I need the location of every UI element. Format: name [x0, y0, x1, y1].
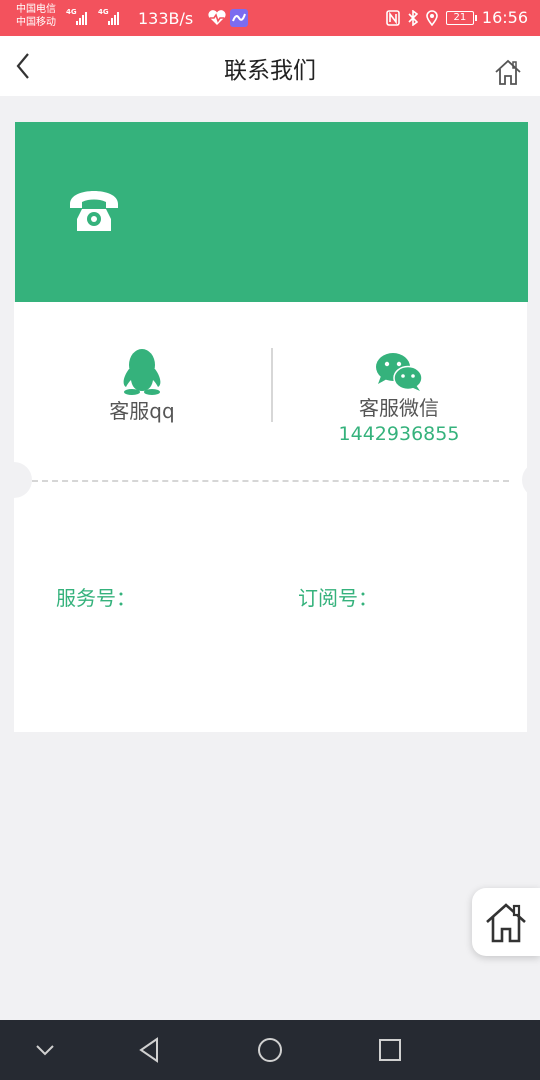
heart-rate-icon [208, 10, 226, 25]
home-button[interactable] [494, 58, 522, 86]
home-circle-icon [258, 1038, 282, 1062]
system-nav-bar [0, 1020, 540, 1080]
wechat-contact[interactable]: 客服微信 1442936855 [271, 302, 527, 445]
qq-penguin-icon [123, 349, 161, 395]
network-speed: 133B/s [138, 9, 194, 28]
location-icon [426, 9, 438, 26]
service-account-label: 服务号： [56, 586, 136, 610]
app-header: 联系我们 [0, 36, 540, 96]
floating-home-button[interactable] [472, 888, 540, 956]
home-icon [486, 903, 526, 943]
clock: 16:56 [481, 8, 528, 27]
status-bar: 中国电信 中国移动 4G 4G 133B/s 21 16:56 [0, 0, 540, 36]
qq-contact[interactable]: 客服qq [14, 302, 270, 426]
signal-bars-1-icon [76, 11, 87, 25]
nav-back-button[interactable] [135, 1035, 165, 1065]
battery-icon: 21 [445, 10, 477, 25]
contact-card: 客服qq 客服微信 1442936855 服务号： 订阅号： [0, 302, 540, 732]
status-right: 21 16:56 [386, 8, 528, 27]
carrier-names: 中国电信 中国移动 [16, 3, 56, 29]
back-triangle-icon [139, 1037, 158, 1063]
chevron-down-icon [36, 1045, 54, 1056]
recents-square-icon [379, 1039, 401, 1061]
wechat-label: 客服微信 [359, 396, 439, 420]
ticket-notch-left [0, 462, 32, 498]
nav-recents-button[interactable] [375, 1035, 405, 1065]
home-icon [495, 59, 521, 85]
dashed-divider [32, 480, 509, 482]
subscription-account-label: 订阅号： [298, 586, 378, 610]
wechat-id[interactable]: 1442936855 [271, 423, 527, 445]
qq-label: 客服qq [109, 399, 175, 423]
carrier-2: 中国移动 [16, 17, 56, 28]
nav-home-button[interactable] [255, 1035, 285, 1065]
hide-nav-button[interactable] [30, 1035, 60, 1065]
ticket-notch-right [522, 462, 540, 498]
signal-bars-2-icon [108, 11, 119, 25]
nfc-icon [386, 9, 400, 26]
bluetooth-icon [408, 9, 418, 26]
app-notification-icon [230, 9, 248, 27]
page-title: 联系我们 [224, 58, 316, 84]
contact-banner [15, 122, 528, 302]
carrier-1: 中国电信 [16, 4, 56, 15]
telephone-icon [70, 191, 118, 231]
wechat-icon [376, 353, 423, 391]
